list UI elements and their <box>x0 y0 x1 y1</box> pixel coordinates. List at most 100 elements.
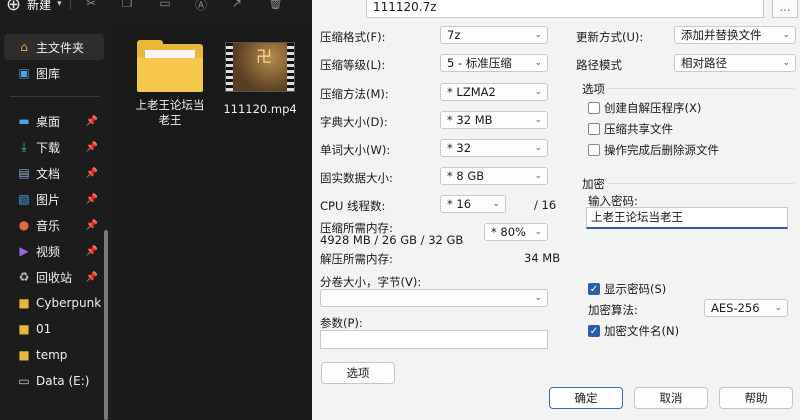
encryption-group-line <box>608 183 794 184</box>
compress-memory-detail: 4928 MB / 26 GB / 32 GB <box>320 233 464 247</box>
sidebar-item-documents[interactable]: ▤ 文档 📌 <box>4 160 104 186</box>
pictures-icon: ▧ <box>18 192 30 206</box>
navigation-pane: ⌂ 主文件夹 ▣ 图库 ▬ 桌面 📌 ⤓ 下载 📌 ▤ 文档 📌 ▧ 图片 📌 <box>0 24 108 420</box>
home-icon: ⌂ <box>20 40 28 54</box>
file-item-video[interactable]: 卍 111120.mp4 <box>220 38 300 117</box>
word-size-select[interactable]: * 32 ⌄ <box>440 139 548 157</box>
sidebar-item-label: temp <box>36 348 68 362</box>
chevron-down-icon: ⌄ <box>534 171 542 181</box>
options-button[interactable]: 选项 <box>321 362 395 384</box>
path-mode-label: 路径模式 <box>576 58 622 72</box>
chevron-down-icon: ⌄ <box>534 227 542 237</box>
check-icon: ✓ <box>588 325 600 337</box>
toolbar-divider <box>70 0 71 10</box>
dictionary-select[interactable]: * 32 MB ⌄ <box>440 111 548 129</box>
sfx-checkbox[interactable]: 创建自解压程序(X) <box>588 100 701 116</box>
archive-name-field[interactable]: 111120.7z <box>366 0 764 18</box>
paste-icon[interactable]: ▭ <box>158 0 172 10</box>
sidebar-item-downloads[interactable]: ⤓ 下载 📌 <box>4 134 104 160</box>
encryption-group-title: 加密 <box>582 177 605 191</box>
new-button[interactable]: ⊕ 新建 ▾ <box>6 0 62 15</box>
parameters-input[interactable] <box>320 330 548 349</box>
sidebar-item-label: 图片 <box>36 192 61 207</box>
cpu-threads-select[interactable]: * 16 ⌄ <box>440 195 506 213</box>
pin-icon[interactable]: 📌 <box>86 194 98 205</box>
cut-icon[interactable]: ✂ <box>84 0 98 10</box>
ok-button[interactable]: 确定 <box>549 387 623 409</box>
sfx-label: 创建自解压程序(X) <box>604 101 702 115</box>
chevron-down-icon: ⌄ <box>534 293 542 303</box>
sidebar-item-label: 图库 <box>36 66 61 81</box>
copy-icon[interactable]: ❐ <box>120 0 134 10</box>
pin-icon[interactable]: 📌 <box>86 168 98 179</box>
file-name: 上老王论坛当老王 <box>135 98 205 127</box>
file-item-folder[interactable]: 上老王论坛当老王 <box>130 38 210 128</box>
sidebar-item-data-drive[interactable]: ▭ Data (E:) <box>4 368 104 394</box>
share-icon[interactable]: ↗ <box>230 0 244 10</box>
sidebar-item-temp[interactable]: ■ temp <box>4 342 104 368</box>
cancel-button[interactable]: 取消 <box>634 387 708 409</box>
sidebar-item-recycle-bin[interactable]: ♻ 回收站 📌 <box>4 264 104 290</box>
level-select[interactable]: 5 - 标准压缩 ⌄ <box>440 54 548 72</box>
split-volume-select[interactable]: ⌄ <box>320 289 548 307</box>
sidebar-item-videos[interactable]: ▶ 视频 📌 <box>4 238 104 264</box>
update-mode-label: 更新方式(U): <box>576 30 644 44</box>
sidebar-item-cyberpunk[interactable]: ■ Cyberpunk 207 <box>4 290 104 316</box>
chevron-down-icon: ⌄ <box>782 30 790 40</box>
encryption-method-label: 加密算法: <box>588 303 638 317</box>
solid-size-value: * 8 GB <box>447 169 485 183</box>
encrypt-filenames-checkbox[interactable]: ✓ 加密文件名(N) <box>588 323 679 339</box>
pin-icon[interactable]: 📌 <box>86 246 98 257</box>
encryption-method-select[interactable]: AES-256 ⌄ <box>704 299 788 317</box>
path-mode-select[interactable]: 相对路径 ⌄ <box>674 54 796 72</box>
sidebar-item-pictures[interactable]: ▧ 图片 📌 <box>4 186 104 212</box>
cpu-threads-label: CPU 线程数: <box>320 199 386 213</box>
method-select[interactable]: * LZMA2 ⌄ <box>440 83 548 101</box>
format-select[interactable]: 7z ⌄ <box>440 26 548 44</box>
new-button-label: 新建 <box>27 0 52 12</box>
password-input[interactable]: 上老王论坛当老王 <box>586 207 788 229</box>
sidebar-item-label: 01 <box>36 322 52 336</box>
plus-icon: ⊕ <box>6 0 22 15</box>
checkbox-box <box>588 123 600 135</box>
solid-size-select[interactable]: * 8 GB ⌄ <box>440 167 548 185</box>
pin-icon[interactable]: 📌 <box>86 220 98 231</box>
sidebar-item-desktop[interactable]: ▬ 桌面 📌 <box>4 108 104 134</box>
shared-files-checkbox[interactable]: 压缩共享文件 <box>588 121 673 137</box>
document-icon: ▤ <box>18 166 30 180</box>
update-mode-select[interactable]: 添加并替换文件 ⌄ <box>674 26 796 44</box>
delete-source-checkbox[interactable]: 操作完成后删除源文件 <box>588 142 719 158</box>
chevron-down-icon: ⌄ <box>534 30 542 40</box>
decompress-memory-value: 34 MB <box>524 251 561 265</box>
sidebar-scrollbar[interactable] <box>104 230 108 420</box>
encrypt-filenames-label: 加密文件名(N) <box>604 324 680 338</box>
sidebar-item-music[interactable]: ● 音乐 📌 <box>4 212 104 238</box>
cpu-threads-value: * 16 <box>447 197 472 211</box>
sidebar-item-label: 回收站 <box>36 270 73 285</box>
split-volume-label: 分卷大小，字节(V): <box>320 275 422 289</box>
pin-icon[interactable]: 📌 <box>86 116 98 127</box>
sidebar-item-01[interactable]: ■ 01 <box>4 316 104 342</box>
pin-icon[interactable]: 📌 <box>86 142 98 153</box>
sidebar-item-gallery[interactable]: ▣ 图库 <box>4 60 104 86</box>
rename-icon[interactable]: Ⓐ <box>194 0 208 12</box>
sidebar-item-label: 主文件夹 <box>36 40 85 55</box>
desktop-icon: ▬ <box>18 114 30 128</box>
help-button[interactable]: 帮助 <box>719 387 793 409</box>
show-password-checkbox[interactable]: ✓ 显示密码(S) <box>588 281 666 297</box>
chevron-down-icon: ⌄ <box>492 199 500 209</box>
sidebar-item-label: Data (E:) <box>36 374 90 388</box>
video-thumbnail-icon: 卍 <box>225 42 295 92</box>
pin-icon[interactable]: 📌 <box>86 272 98 283</box>
delete-icon[interactable]: 🗑 <box>268 0 283 10</box>
dictionary-value: * 32 MB <box>447 113 493 127</box>
level-value: 5 - 标准压缩 <box>447 56 512 70</box>
chevron-down-icon: ⌄ <box>534 143 542 153</box>
shared-files-label: 压缩共享文件 <box>604 122 673 136</box>
browse-button[interactable]: ... <box>772 0 798 18</box>
drive-icon: ▭ <box>18 374 30 388</box>
sidebar-item-label: 视频 <box>36 244 61 259</box>
memory-usage-select[interactable]: * 80% ⌄ <box>484 223 548 241</box>
level-label: 压缩等级(L): <box>320 58 386 72</box>
sidebar-item-home[interactable]: ⌂ 主文件夹 <box>4 34 104 60</box>
